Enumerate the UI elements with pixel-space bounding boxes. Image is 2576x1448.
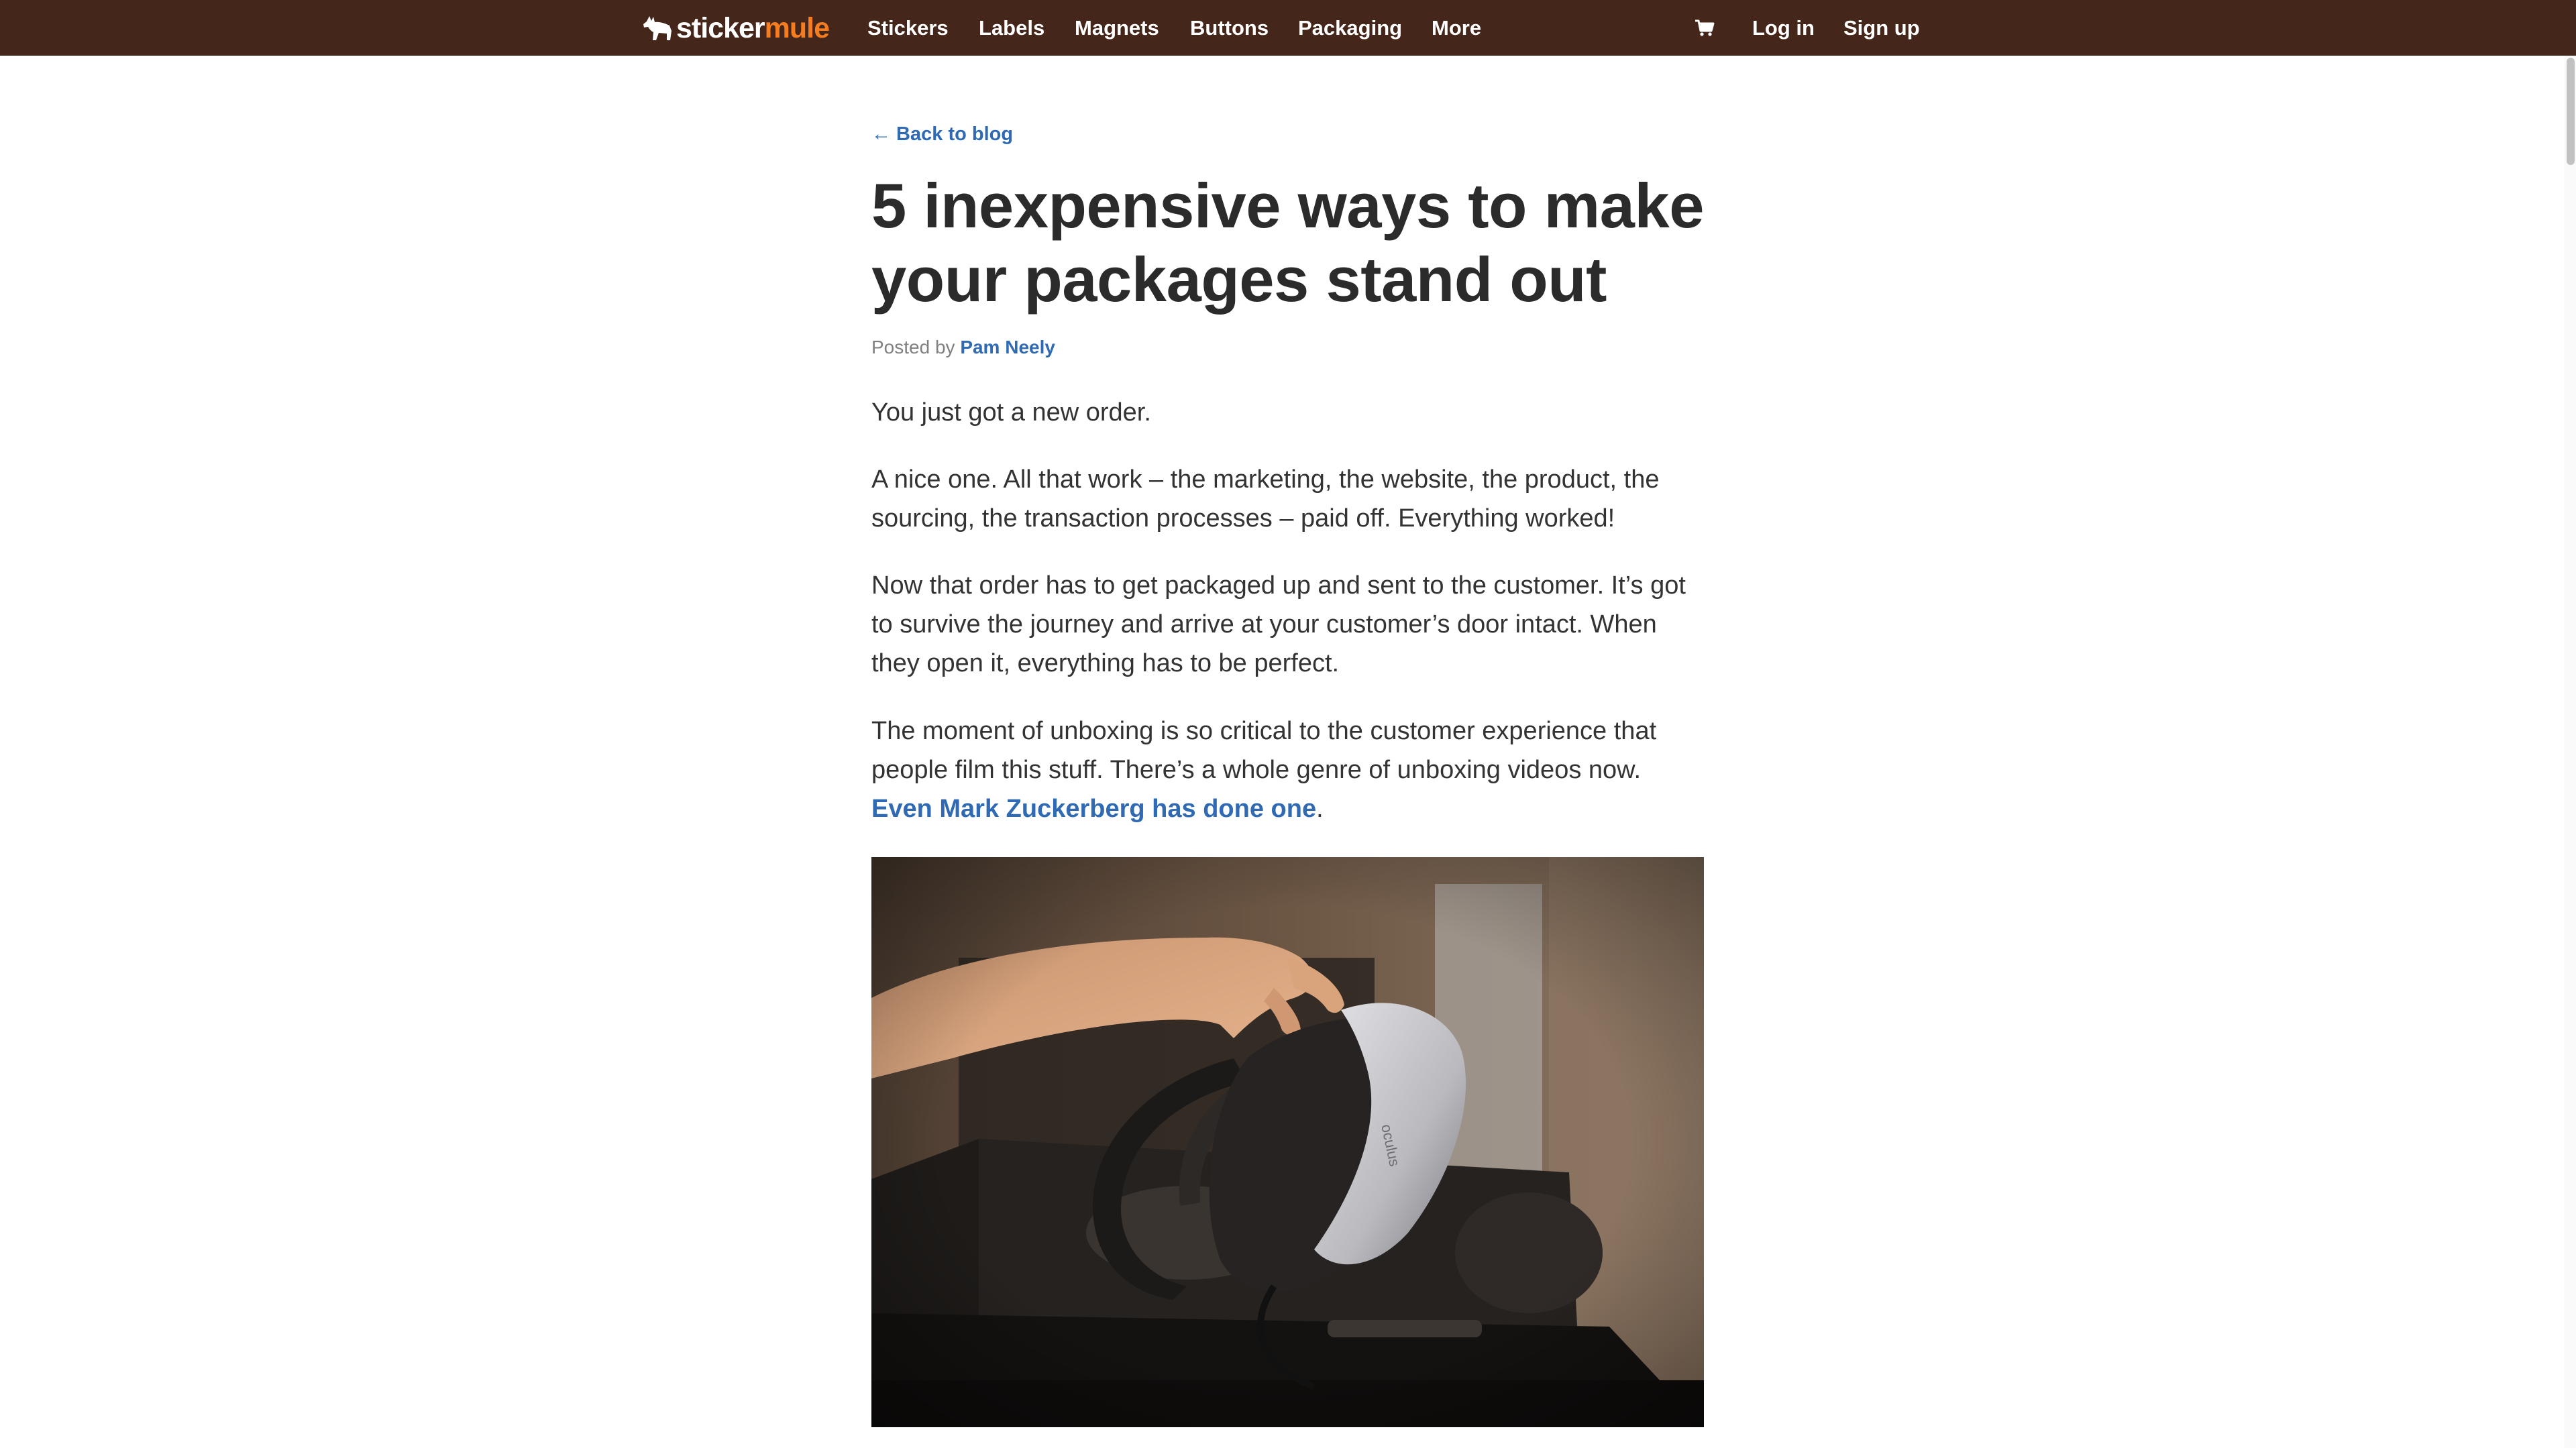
nav-stickers[interactable]: Stickers <box>867 16 949 40</box>
article-title: 5 inexpensive ways to make your packages… <box>871 170 1705 315</box>
back-to-blog-link[interactable]: ← Back to blog <box>871 123 1013 146</box>
mule-icon <box>643 16 672 40</box>
nav-magnets[interactable]: Magnets <box>1075 16 1159 40</box>
article-paragraph-4: The moment of unboxing is so critical to… <box>871 712 1707 828</box>
posted-by-label: Posted by <box>871 337 955 357</box>
author-link[interactable]: Pam Neely <box>960 337 1055 357</box>
stickermule-logo[interactable]: stickermule <box>643 9 830 47</box>
logo-text-mule: mule <box>764 11 830 44</box>
article-byline: Posted by Pam Neely <box>871 337 1055 358</box>
nav-labels[interactable]: Labels <box>979 16 1044 40</box>
article-image-vr-headset-unboxing: oculus <box>871 857 1704 1427</box>
nav-packaging[interactable]: Packaging <box>1298 16 1402 40</box>
article-paragraph-1: You just got a new order. <box>871 398 1151 427</box>
nav-more[interactable]: More <box>1432 16 1481 40</box>
signup-link[interactable]: Sign up <box>1843 16 1920 40</box>
top-navbar: stickermule Stickers Labels Magnets Butt… <box>0 0 2576 56</box>
zuckerberg-unboxing-link[interactable]: Even Mark Zuckerberg has done one <box>871 795 1316 823</box>
logo-text-sticker: sticker <box>676 11 765 44</box>
nav-buttons[interactable]: Buttons <box>1190 16 1269 40</box>
article-paragraph-2: A nice one. All that work – the marketin… <box>871 465 1660 533</box>
paragraph-4-end: . <box>1316 795 1324 823</box>
scrollbar-thumb[interactable] <box>2567 58 2575 165</box>
login-link[interactable]: Log in <box>1752 16 1815 40</box>
article-paragraph-3: Now that order has to get packaged up an… <box>871 571 1686 677</box>
scrollbar-track[interactable] <box>2564 56 2576 1448</box>
paragraph-4-text: The moment of unboxing is so critical to… <box>871 717 1657 784</box>
cart-icon[interactable] <box>1695 19 1715 38</box>
vr-headset-photo: oculus <box>871 857 1704 1427</box>
